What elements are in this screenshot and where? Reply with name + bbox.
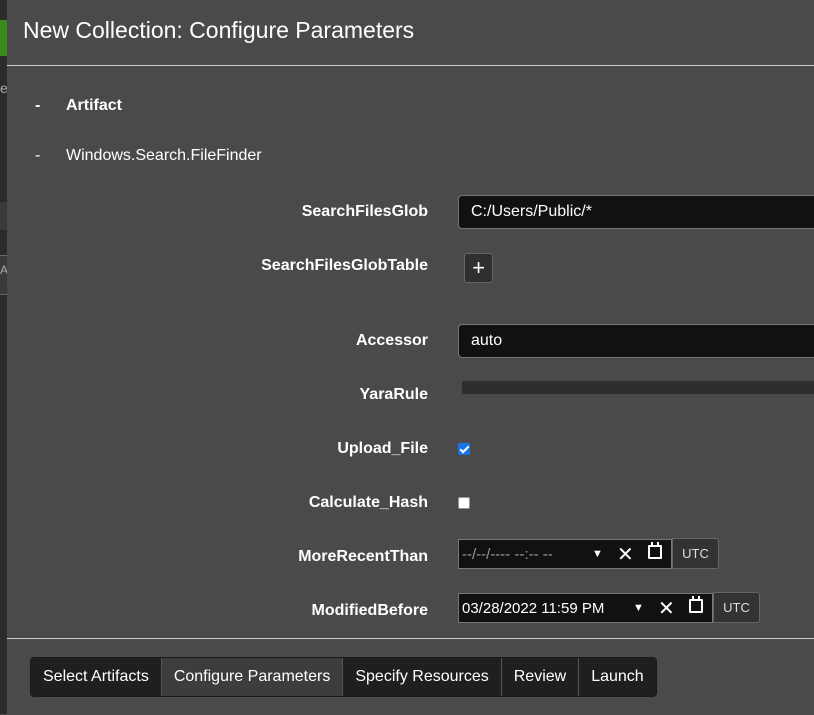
review-button[interactable]: Review — [501, 658, 580, 696]
search-files-glob-table-label: SearchFilesGlobTable — [261, 257, 428, 274]
upload-file-label: Upload_File — [337, 440, 428, 457]
collapse-dash[interactable]: - — [35, 97, 40, 115]
background-green-block — [0, 20, 7, 56]
modified-before-datetime-input[interactable]: 03/28/2022 11:59 PM ▼ ✕ — [458, 593, 713, 623]
configure-parameters-button[interactable]: Configure Parameters — [161, 658, 344, 696]
background-panel: e Ar — [0, 0, 12, 714]
accessor-input[interactable]: auto — [458, 324, 814, 358]
datetime-value: 03/28/2022 11:59 PM — [462, 600, 605, 617]
select-artifacts-button[interactable]: Select Artifacts — [31, 658, 162, 696]
calculate-hash-checkbox[interactable] — [458, 497, 470, 509]
artifact-header-label: Artifact — [66, 97, 123, 114]
search-files-glob-input[interactable]: C:/Users/Public/* — [458, 195, 814, 229]
launch-button[interactable]: Launch — [579, 658, 656, 696]
modal-header: New Collection: Configure Parameters — [7, 0, 814, 66]
yara-rule-editor[interactable] — [462, 381, 814, 394]
utc-button[interactable]: UTC — [672, 538, 719, 569]
modal-footer: Select Artifacts Configure Parameters Sp… — [7, 638, 814, 715]
upload-file-checkbox[interactable] — [458, 443, 470, 455]
chevron-down-icon[interactable]: ▼ — [592, 548, 603, 560]
more-recent-than-label: MoreRecentThan — [298, 548, 428, 565]
yara-rule-label: YaraRule — [359, 386, 428, 403]
new-collection-modal: New Collection: Configure Parameters - A… — [7, 0, 814, 714]
collapse-dash[interactable]: - — [35, 147, 40, 165]
artifact-name: Windows.Search.FileFinder — [66, 147, 262, 164]
specify-resources-button[interactable]: Specify Resources — [343, 658, 502, 696]
calendar-icon[interactable] — [689, 596, 703, 613]
accessor-label: Accessor — [355, 332, 428, 349]
close-icon[interactable]: ✕ — [658, 596, 675, 621]
chevron-down-icon[interactable]: ▼ — [633, 602, 644, 614]
close-icon[interactable]: ✕ — [617, 542, 634, 567]
search-files-glob-label: SearchFilesGlob — [301, 203, 428, 220]
utc-button[interactable]: UTC — [713, 592, 760, 623]
datetime-placeholder: --/--/---- --:-- -- — [462, 546, 553, 563]
wizard-steps: Select Artifacts Configure Parameters Sp… — [30, 657, 657, 697]
modal-title: New Collection: Configure Parameters — [23, 17, 415, 43]
background-bar — [0, 202, 7, 230]
add-row-button[interactable]: + — [464, 253, 493, 283]
more-recent-than-datetime-input[interactable]: --/--/---- --:-- -- ▼ ✕ — [458, 539, 672, 569]
calculate-hash-label: Calculate_Hash — [308, 494, 428, 511]
calendar-icon[interactable] — [648, 542, 662, 559]
modified-before-label: ModifiedBefore — [311, 602, 428, 619]
